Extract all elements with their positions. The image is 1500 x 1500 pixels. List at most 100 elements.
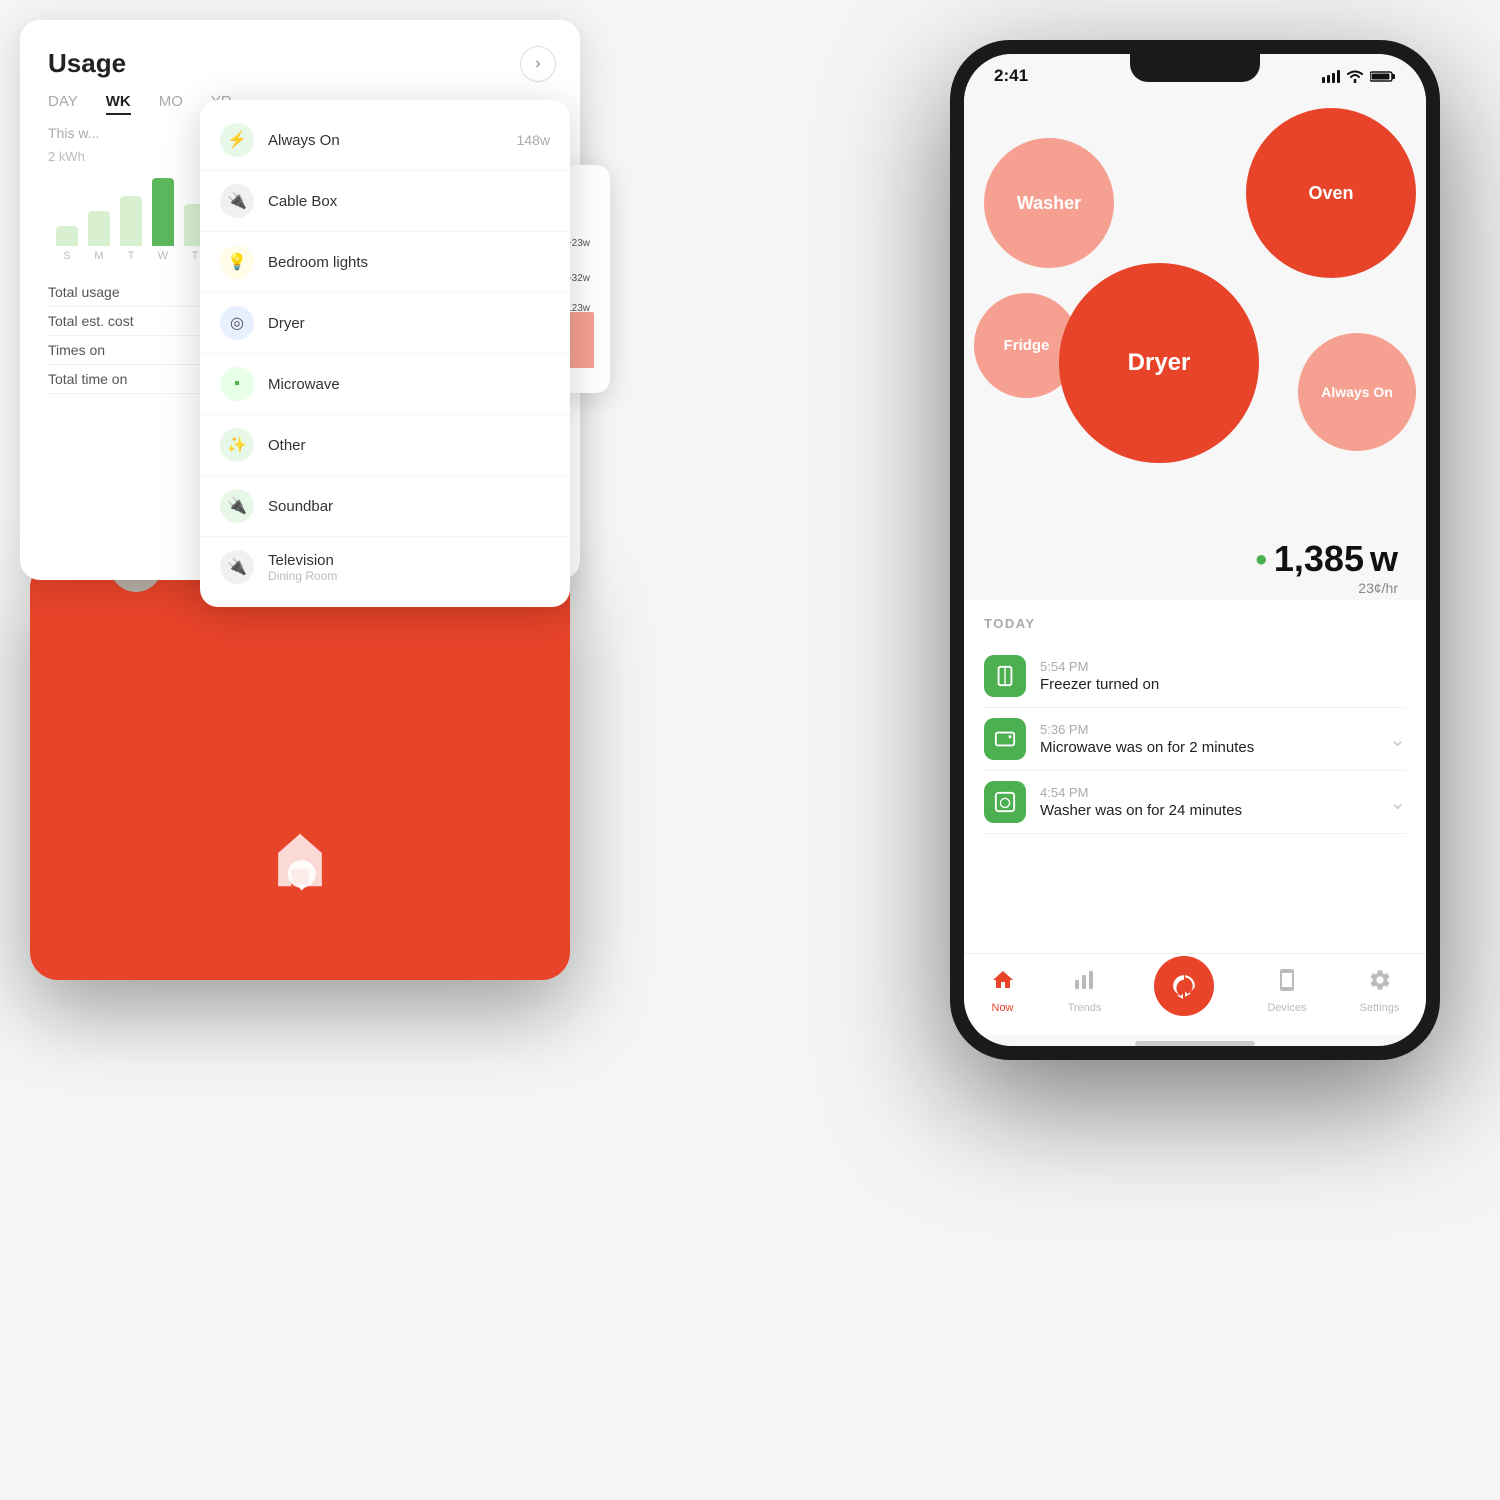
device-always-on[interactable]: ⚡ Always On 148w [200, 110, 570, 171]
bar-m: M [88, 211, 110, 262]
device-microwave[interactable]: ▪ Microwave [200, 354, 570, 415]
bubble-always-on[interactable]: Always On [1298, 333, 1416, 451]
bar-w: W [152, 178, 174, 262]
nav-center[interactable] [1154, 956, 1214, 1026]
freezer-time: 5:54 PM [1040, 659, 1406, 674]
television-sub: Dining Room [268, 569, 550, 583]
television-name: Television [268, 552, 550, 569]
bedroom-lights-name: Bedroom lights [268, 254, 550, 271]
bar-t1-label: T [128, 250, 135, 262]
device-bedroom-lights[interactable]: 💡 Bedroom lights [200, 232, 570, 293]
nav-trends[interactable]: Trends [1068, 968, 1102, 1014]
freezer-activity-text: 5:54 PM Freezer turned on [1040, 659, 1406, 693]
bubble-area: Washer Oven Fridge Dryer Always On [964, 98, 1426, 528]
microwave-activity-icon [984, 718, 1026, 760]
nav-devices[interactable]: Devices [1267, 968, 1306, 1014]
today-section: TODAY 5:54 PM Freezer turned on 5:36 PM … [964, 600, 1426, 953]
dryer-icon: ◎ [220, 306, 254, 340]
power-number: 1,385 [1274, 538, 1364, 580]
bubble-dryer-label: Dryer [1128, 349, 1191, 377]
battery-icon [1370, 70, 1396, 83]
freezer-desc: Freezer turned on [1040, 676, 1406, 693]
bar-s: S [56, 226, 78, 262]
phone-status-icons [1322, 70, 1396, 83]
television-icon: 🔌 [220, 550, 254, 584]
activity-freezer[interactable]: 5:54 PM Freezer turned on [984, 645, 1406, 708]
device-list-card: ⚡ Always On 148w 🔌 Cable Box 💡 Bedroom l… [200, 100, 570, 607]
washer-chevron[interactable]: ⌄ [1389, 790, 1406, 815]
hardware-device [30, 560, 570, 980]
power-unit: w [1370, 538, 1398, 580]
devices-icon [1275, 968, 1299, 998]
bar-t1: T [120, 196, 142, 262]
settings-label: Settings [1360, 1002, 1400, 1014]
phone-time: 2:41 [994, 66, 1028, 86]
microwave-desc: Microwave was on for 2 minutes [1040, 739, 1375, 756]
device-television[interactable]: 🔌 Television Dining Room [200, 537, 570, 597]
bedroom-lights-icon: 💡 [220, 245, 254, 279]
cable-box-icon: 🔌 [220, 184, 254, 218]
tab-wk[interactable]: WK [106, 93, 131, 115]
power-reading: ● 1,385w 23¢/hr [964, 528, 1426, 600]
now-label: Now [992, 1002, 1014, 1014]
center-button[interactable] [1154, 956, 1214, 1016]
stat-times-on-label: Times on [48, 342, 105, 358]
power-green-dot: ● [1255, 546, 1268, 572]
today-title: TODAY [984, 616, 1406, 631]
washer-time: 4:54 PM [1040, 785, 1375, 800]
activity-washer[interactable]: 4:54 PM Washer was on for 24 minutes ⌄ [984, 771, 1406, 834]
always-on-icon: ⚡ [220, 123, 254, 157]
wifi-icon [1346, 70, 1364, 83]
annotation-minus32: -32w [568, 273, 590, 284]
washer-desc: Washer was on for 24 minutes [1040, 802, 1375, 819]
nav-now[interactable]: Now [991, 968, 1015, 1014]
device-other[interactable]: ✨ Other [200, 415, 570, 476]
power-watts-display: ● 1,385w [1255, 538, 1398, 580]
activity-microwave[interactable]: 5:36 PM Microwave was on for 2 minutes ⌄ [984, 708, 1406, 771]
microwave-time: 5:36 PM [1040, 722, 1375, 737]
bar-w-label: W [158, 250, 168, 262]
hardware-logo [260, 820, 340, 900]
devices-label: Devices [1267, 1002, 1306, 1014]
other-icon: ✨ [220, 428, 254, 462]
nav-settings[interactable]: Settings [1360, 968, 1400, 1014]
microwave-chevron[interactable]: ⌄ [1389, 727, 1406, 752]
always-on-name: Always On [268, 132, 503, 149]
bubble-fridge-label: Fridge [1004, 337, 1050, 354]
bubble-washer[interactable]: Washer [984, 138, 1114, 268]
dryer-name: Dryer [268, 315, 550, 332]
bubble-washer-label: Washer [1017, 193, 1081, 214]
device-cable-box[interactable]: 🔌 Cable Box [200, 171, 570, 232]
washer-activity-icon [984, 781, 1026, 823]
bottom-nav: Now Trends Devices [964, 953, 1426, 1035]
bar-m-bar [88, 211, 110, 246]
microwave-icon: ▪ [220, 367, 254, 401]
other-name: Other [268, 437, 550, 454]
stat-total-time-label: Total time on [48, 371, 127, 387]
device-dryer[interactable]: ◎ Dryer [200, 293, 570, 354]
power-rate: 23¢/hr [1358, 580, 1398, 596]
device-soundbar[interactable]: 🔌 Soundbar [200, 476, 570, 537]
signal-icon [1322, 70, 1340, 83]
settings-icon [1368, 968, 1392, 998]
bubble-oven[interactable]: Oven [1246, 108, 1416, 278]
bubble-always-on-label: Always On [1313, 376, 1401, 408]
soundbar-name: Soundbar [268, 498, 550, 515]
graph-bar-7 [567, 312, 594, 368]
stat-total-usage-label: Total usage [48, 284, 120, 300]
washer-activity-text: 4:54 PM Washer was on for 24 minutes [1040, 785, 1375, 819]
trends-icon [1072, 968, 1096, 998]
trends-label: Trends [1068, 1002, 1102, 1014]
television-text: Television Dining Room [268, 552, 550, 583]
usage-nav-arrow[interactable]: › [520, 46, 556, 82]
bubble-dryer[interactable]: Dryer [1059, 263, 1259, 463]
tab-day[interactable]: DAY [48, 93, 78, 115]
freezer-icon [984, 655, 1026, 697]
bar-w-bar [152, 178, 174, 246]
usage-title: Usage [48, 48, 552, 79]
tab-mo[interactable]: MO [159, 93, 183, 115]
bar-s-label: S [63, 250, 70, 262]
always-on-watt: 148w [517, 132, 550, 148]
bar-t2-label: T [192, 250, 199, 262]
microwave-name: Microwave [268, 376, 550, 393]
